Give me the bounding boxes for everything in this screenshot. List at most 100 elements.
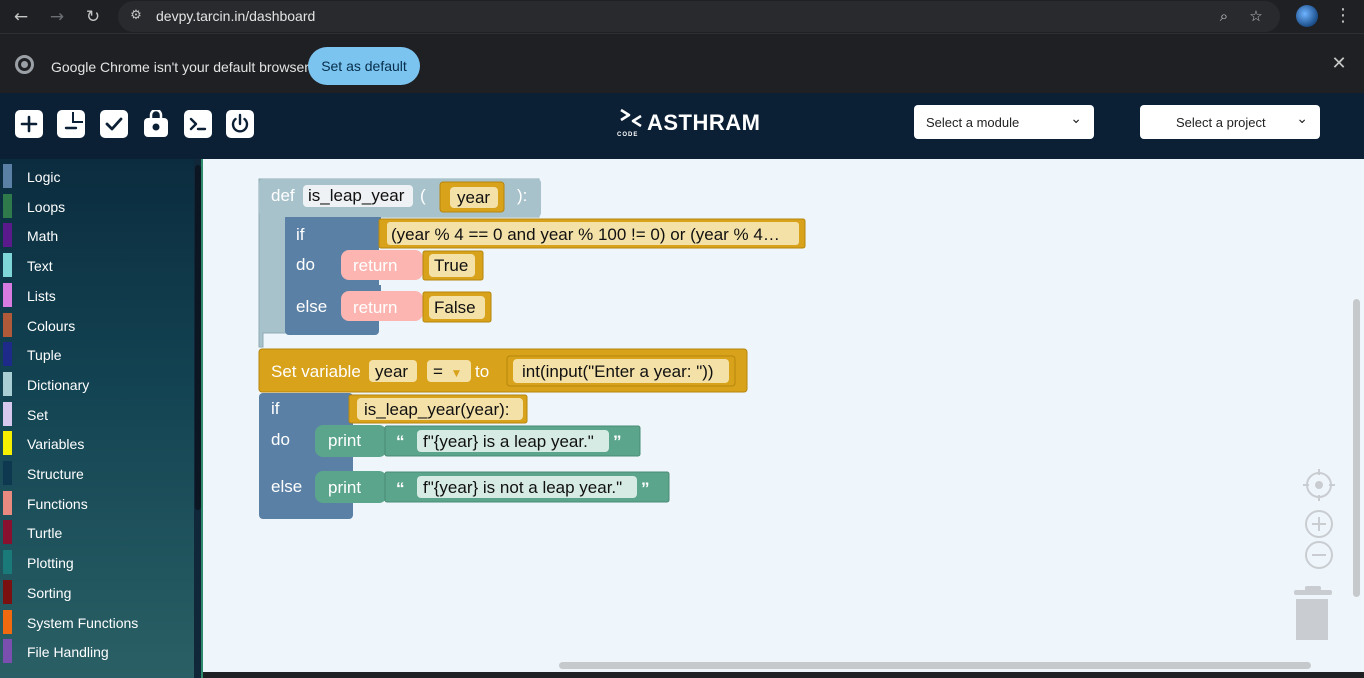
print-string-2[interactable]: f"{year} is not a leap year." [423, 478, 622, 497]
logo-mark-icon [620, 108, 642, 128]
category-color-swatch [3, 490, 12, 515]
forward-icon[interactable]: → [45, 5, 69, 29]
category-color-swatch [3, 520, 12, 545]
category-color-swatch [3, 164, 12, 188]
category-structure[interactable]: Structure [0, 458, 194, 487]
module-select[interactable]: Select a module ⌄ [914, 105, 1094, 139]
star-icon[interactable]: ☆ [1246, 6, 1266, 26]
category-label: Plotting [27, 555, 74, 572]
category-label: Turtle [27, 525, 63, 542]
category-turtle[interactable]: Turtle [0, 517, 194, 546]
category-label: Set [27, 406, 49, 423]
set-variable-block[interactable]: Set variable year = ▼ to int(input("Ente… [258, 348, 748, 393]
address-bar[interactable]: ⚙ devpy.tarcin.in/dashboard ⌕ ☆ [118, 1, 1280, 32]
profile-avatar[interactable] [1296, 5, 1318, 27]
brand-name: ASTHRAM [647, 110, 761, 135]
category-set[interactable]: Set [0, 399, 194, 428]
category-label: Loops [27, 198, 66, 215]
function-name-field[interactable]: is_leap_year [308, 186, 405, 205]
category-logic[interactable]: Logic [0, 161, 194, 190]
category-system-functions[interactable]: System Functions [0, 607, 194, 636]
zoom-icon[interactable]: ⌕ [1214, 6, 1234, 26]
terminal-icon[interactable] [184, 110, 212, 138]
category-text[interactable]: Text [0, 250, 194, 279]
close-quote-icon: ” [613, 432, 622, 451]
check-icon[interactable] [100, 110, 128, 138]
category-math[interactable]: Math [0, 220, 194, 249]
def-keyword: def [271, 186, 295, 205]
category-label: Functions [27, 495, 88, 512]
close-icon[interactable]: ✕ [1330, 54, 1348, 74]
module-select-label: Select a module [926, 115, 1020, 130]
print-string-1[interactable]: f"{year} is a leap year." [423, 432, 594, 451]
operator-field[interactable]: = [433, 362, 443, 381]
chrome-logo-icon [15, 55, 34, 74]
category-label: Structure [27, 466, 84, 482]
category-functions[interactable]: Functions [0, 488, 194, 517]
category-label: Math [27, 228, 59, 245]
recenter-icon[interactable] [1303, 469, 1335, 501]
input-expression-field[interactable]: int(input("Enter a year: ")) [522, 362, 714, 381]
category-label: Text [27, 258, 53, 275]
print-keyword-2: print [328, 478, 361, 497]
category-tuple[interactable]: Tuple [0, 339, 194, 368]
category-color-swatch [3, 253, 12, 278]
zoom-in-icon[interactable] [1305, 510, 1333, 538]
condition-field[interactable]: (year % 4 == 0 and year % 100 != 0) or (… [391, 225, 780, 244]
category-label: Dictionary [27, 376, 90, 393]
var-name-field[interactable]: year [375, 362, 408, 381]
horizontal-scrollbar[interactable] [559, 662, 1311, 669]
blockly-workspace[interactable]: def is_leap_year ( year ): if do else (y… [203, 159, 1364, 672]
paren-open: ( [420, 186, 426, 205]
url-text[interactable]: devpy.tarcin.in/dashboard [156, 8, 315, 24]
category-loops[interactable]: Loops [0, 191, 194, 220]
category-dictionary[interactable]: Dictionary [0, 369, 194, 398]
print-keyword: print [328, 431, 361, 450]
trash-icon[interactable] [1294, 586, 1332, 640]
save-bag-icon[interactable] [142, 110, 170, 138]
paren-close: ): [517, 186, 527, 205]
call-expression-field[interactable]: is_leap_year(year): [364, 400, 510, 419]
param-field[interactable]: year [457, 188, 490, 207]
true-value[interactable]: True [434, 256, 468, 275]
set-variable-label: Set variable [271, 362, 361, 381]
power-icon[interactable] [226, 110, 254, 138]
category-label: Variables [27, 436, 85, 453]
category-sorting[interactable]: Sorting [0, 577, 194, 606]
category-label: Logic [27, 169, 61, 185]
category-plotting[interactable]: Plotting [0, 547, 194, 576]
document-icon[interactable] [57, 110, 85, 138]
category-color-swatch [3, 550, 12, 575]
category-file-handling[interactable]: File Handling [0, 636, 194, 665]
project-select[interactable]: Select a project ⌄ [1140, 105, 1320, 139]
vertical-scrollbar[interactable] [1353, 299, 1360, 597]
site-info-icon[interactable]: ⚙ [126, 6, 146, 26]
false-value[interactable]: False [434, 298, 476, 317]
category-color-swatch [3, 223, 12, 248]
do-keyword: do [296, 255, 315, 274]
reload-icon[interactable]: ↻ [81, 5, 105, 29]
zoom-out-icon[interactable] [1305, 541, 1333, 569]
else-keyword: else [296, 297, 327, 316]
toolbox-sidebar: Logic Loops Math Text Lists Colours Tuple Dicti… [0, 159, 202, 678]
new-file-icon[interactable] [15, 110, 43, 138]
if-else-block-inner[interactable]: if do else (year % 4 == 0 and year % 100… [285, 217, 806, 335]
category-label: Sorting [27, 584, 72, 601]
category-color-swatch [3, 193, 12, 218]
app-header: ASTHRAM CODE Select a module ⌄ Select a … [0, 93, 1364, 159]
category-lists[interactable]: Lists [0, 280, 194, 309]
default-browser-infobar: Google Chrome isn't your default browser… [0, 33, 1364, 93]
return-keyword-2: return [353, 298, 397, 317]
chrome-menu-icon[interactable]: ⋮ [1334, 5, 1352, 27]
back-icon[interactable]: ← [9, 5, 33, 29]
return-keyword: return [353, 256, 397, 275]
do-keyword-2: do [271, 430, 290, 449]
category-label: Tuple [27, 347, 62, 364]
chevron-down-icon: ⌄ [1070, 111, 1082, 127]
set-default-button[interactable]: Set as default [308, 47, 420, 85]
if-else-block-main[interactable]: if do else is_leap_year(year): print “ f… [259, 393, 670, 519]
if-keyword: if [296, 225, 305, 244]
category-colours[interactable]: Colours [0, 310, 194, 339]
open-quote-icon-2: “ [396, 479, 405, 498]
category-variables[interactable]: Variables [0, 428, 194, 457]
